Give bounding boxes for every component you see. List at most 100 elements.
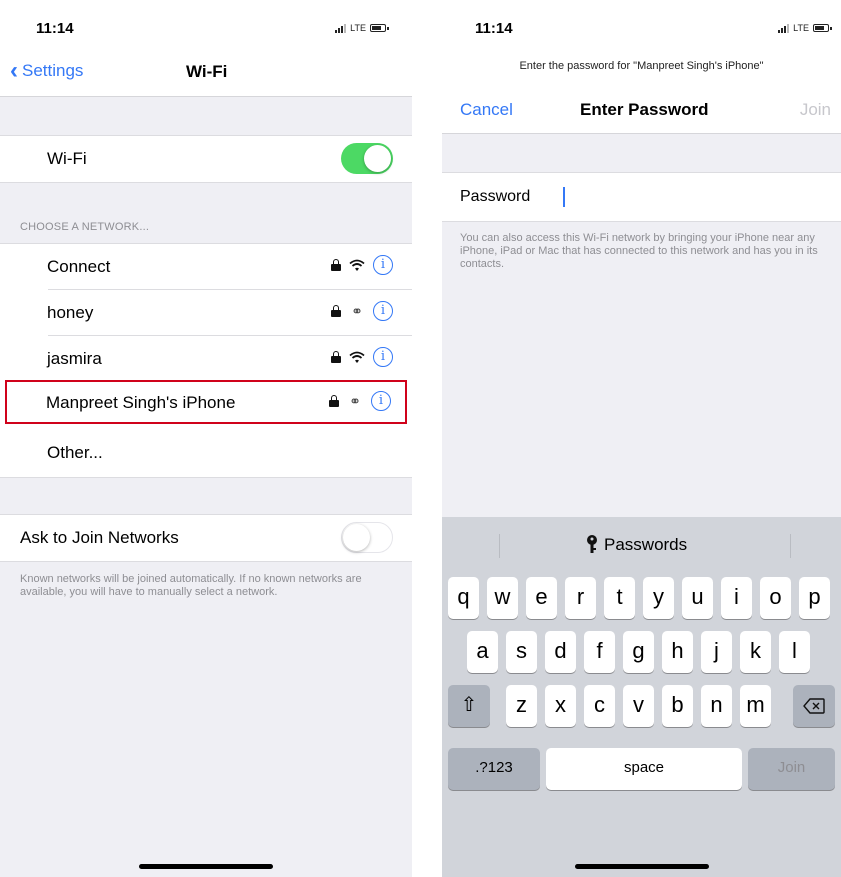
network-name: Connect: [47, 257, 111, 276]
shift-key[interactable]: ⇧: [448, 685, 490, 727]
back-button[interactable]: ‹ Settings: [10, 57, 84, 84]
space-key[interactable]: space: [546, 748, 742, 790]
battery-icon: [813, 24, 832, 32]
carrier-label: LTE: [350, 23, 366, 33]
toggle-knob: [343, 524, 370, 551]
status-time: 11:14: [36, 20, 74, 37]
password-label: Password: [460, 188, 531, 205]
enter-password-screen: 11:14 LTE Enter the password for "Manpre…: [442, 0, 841, 877]
home-indicator: [139, 864, 273, 869]
quicktype-bar[interactable]: Passwords: [442, 517, 841, 574]
key-y[interactable]: y: [643, 577, 674, 619]
lock-icon: [331, 351, 341, 363]
password-row: Password: [442, 172, 841, 222]
toggle-knob: [364, 145, 391, 172]
section-title-choose-network: CHOOSE A NETWORK...: [20, 221, 150, 233]
lock-icon: [329, 395, 339, 407]
network-list: Connect i honey ⚭ i jasmira i Manpreet S…: [0, 243, 412, 478]
key-m[interactable]: m: [740, 685, 771, 727]
join-button[interactable]: Join: [800, 100, 831, 120]
key-a[interactable]: a: [467, 631, 498, 673]
key-g[interactable]: g: [623, 631, 654, 673]
key-x[interactable]: x: [545, 685, 576, 727]
key-n[interactable]: n: [701, 685, 732, 727]
wifi-toggle[interactable]: [341, 143, 393, 174]
cancel-button[interactable]: Cancel: [460, 100, 513, 120]
key-i[interactable]: i: [721, 577, 752, 619]
other-network-row[interactable]: Other...: [20, 430, 412, 476]
password-note: You can also access this Wi-Fi network b…: [460, 232, 818, 270]
backspace-icon: [803, 698, 825, 714]
key-o[interactable]: o: [760, 577, 791, 619]
nav-bar-divider: [0, 96, 412, 97]
lock-icon: [331, 259, 341, 271]
carrier-label: LTE: [793, 23, 809, 33]
status-time: 11:14: [475, 20, 513, 37]
network-row[interactable]: Connect i: [20, 244, 412, 290]
key-l[interactable]: l: [779, 631, 810, 673]
key-p[interactable]: p: [799, 577, 830, 619]
delete-key[interactable]: [793, 685, 835, 727]
key-r[interactable]: r: [565, 577, 596, 619]
key-b[interactable]: b: [662, 685, 693, 727]
key-h[interactable]: h: [662, 631, 693, 673]
join-key[interactable]: Join: [748, 748, 835, 790]
key-v[interactable]: v: [623, 685, 654, 727]
page-title: Enter Password: [580, 100, 709, 119]
wifi-label: Wi-Fi: [47, 149, 87, 168]
wifi-toggle-row: Wi-Fi: [0, 135, 412, 183]
battery-icon: [370, 24, 389, 32]
status-icons: LTE: [778, 22, 832, 34]
page-title: Wi-Fi: [186, 62, 228, 81]
personal-hotspot-icon: ⚭: [349, 392, 361, 409]
text-cursor: [563, 187, 565, 207]
info-icon[interactable]: i: [373, 255, 393, 275]
key-e[interactable]: e: [526, 577, 557, 619]
key-k[interactable]: k: [740, 631, 771, 673]
network-row-highlighted[interactable]: Manpreet Singh's iPhone ⚭ i: [5, 380, 407, 424]
wifi-icon: [349, 351, 365, 363]
key-z[interactable]: z: [506, 685, 537, 727]
chevron-left-icon: ‹: [10, 57, 18, 84]
password-field[interactable]: [562, 184, 802, 210]
status-icons: LTE: [335, 22, 389, 34]
signal-icon: [335, 23, 347, 33]
network-row[interactable]: honey ⚭ i: [20, 290, 412, 336]
key-j[interactable]: j: [701, 631, 732, 673]
key-u[interactable]: u: [682, 577, 713, 619]
ask-join-label: Ask to Join Networks: [20, 528, 179, 547]
key-t[interactable]: t: [604, 577, 635, 619]
key-icon: [587, 535, 597, 553]
shift-icon: ⇧: [460, 694, 478, 716]
signal-icon: [778, 23, 790, 33]
wifi-icon: [349, 259, 365, 271]
key-w[interactable]: w: [487, 577, 518, 619]
network-name: Manpreet Singh's iPhone: [46, 393, 236, 412]
network-name: honey: [47, 303, 94, 322]
info-icon[interactable]: i: [371, 391, 391, 411]
ask-join-toggle[interactable]: [341, 522, 393, 553]
key-f[interactable]: f: [584, 631, 615, 673]
key-d[interactable]: d: [545, 631, 576, 673]
lock-icon: [331, 305, 341, 317]
info-icon[interactable]: i: [373, 301, 393, 321]
key-c[interactable]: c: [584, 685, 615, 727]
other-network-label: Other...: [47, 443, 103, 462]
back-button-label: Settings: [22, 61, 84, 80]
password-prompt: Enter the password for "Manpreet Singh's…: [519, 60, 764, 72]
home-indicator: [575, 864, 709, 869]
numbers-key[interactable]: .?123: [448, 748, 540, 790]
network-name: jasmira: [47, 349, 102, 368]
keyboard: Passwords q w e r t y u i o p a s d f g …: [442, 517, 841, 877]
passwords-suggestion: Passwords: [604, 535, 688, 554]
nav-bar-background: [0, 0, 412, 97]
personal-hotspot-icon: ⚭: [351, 302, 363, 319]
ask-join-row: Ask to Join Networks: [0, 514, 412, 562]
network-row[interactable]: jasmira i: [20, 336, 412, 382]
info-icon[interactable]: i: [373, 347, 393, 367]
ask-join-note: Known networks will be joined automatica…: [20, 573, 362, 598]
key-q[interactable]: q: [448, 577, 479, 619]
key-s[interactable]: s: [506, 631, 537, 673]
wifi-settings-screen: 11:14 LTE ‹ Settings Wi-Fi Wi-Fi CHOOSE …: [0, 0, 412, 877]
nav-bar-divider: [442, 133, 841, 134]
